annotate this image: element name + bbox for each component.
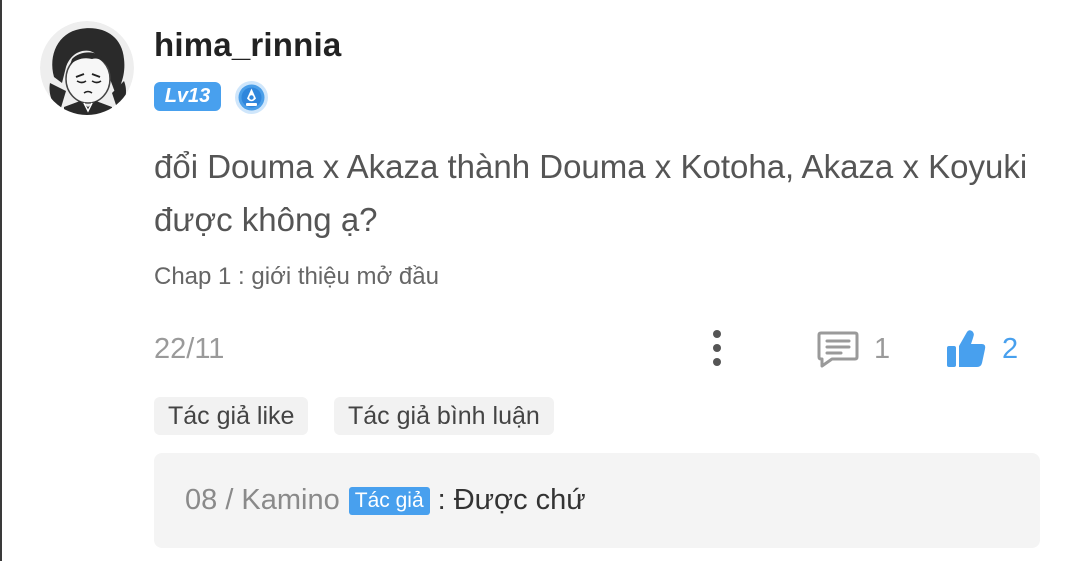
reply-text: Được chứ bbox=[453, 484, 586, 516]
reply-button[interactable]: 1 bbox=[816, 327, 890, 371]
level-badge: Lv13 bbox=[154, 82, 221, 111]
window-left-border bbox=[0, 0, 2, 561]
rank-medal-icon bbox=[234, 80, 269, 115]
comment-date: 22/11 bbox=[154, 333, 225, 365]
more-options-button[interactable] bbox=[700, 326, 734, 370]
vertical-dots-icon bbox=[713, 330, 721, 366]
author-liked-tag: Tác giả like bbox=[154, 397, 309, 435]
chapter-link[interactable]: Chap 1 : giới thiệu mở đầu bbox=[154, 263, 439, 291]
thumbs-up-icon bbox=[947, 330, 986, 367]
reply-preview-box[interactable]: 08 / Kamino Tác giả : Được chứ bbox=[154, 453, 1040, 548]
username[interactable]: hima_rinnia bbox=[154, 26, 341, 64]
author-tag-badge: Tác giả bbox=[348, 486, 430, 515]
reply-line: 08 / Kamino Tác giả : Được chứ bbox=[185, 484, 586, 517]
reply-author[interactable]: 08 / Kamino bbox=[185, 484, 340, 517]
reply-count: 1 bbox=[874, 332, 891, 365]
like-button[interactable]: 2 bbox=[944, 327, 1018, 371]
avatar[interactable] bbox=[40, 21, 134, 115]
avatar-image bbox=[40, 21, 134, 115]
author-replied-tag: Tác giả bình luận bbox=[334, 397, 554, 435]
like-count: 2 bbox=[1002, 332, 1019, 365]
comment-text: đổi Douma x Akaza thành Douma x Kotoha, … bbox=[154, 148, 1028, 238]
comment-icon bbox=[817, 331, 859, 368]
reply-separator: : bbox=[437, 484, 446, 516]
